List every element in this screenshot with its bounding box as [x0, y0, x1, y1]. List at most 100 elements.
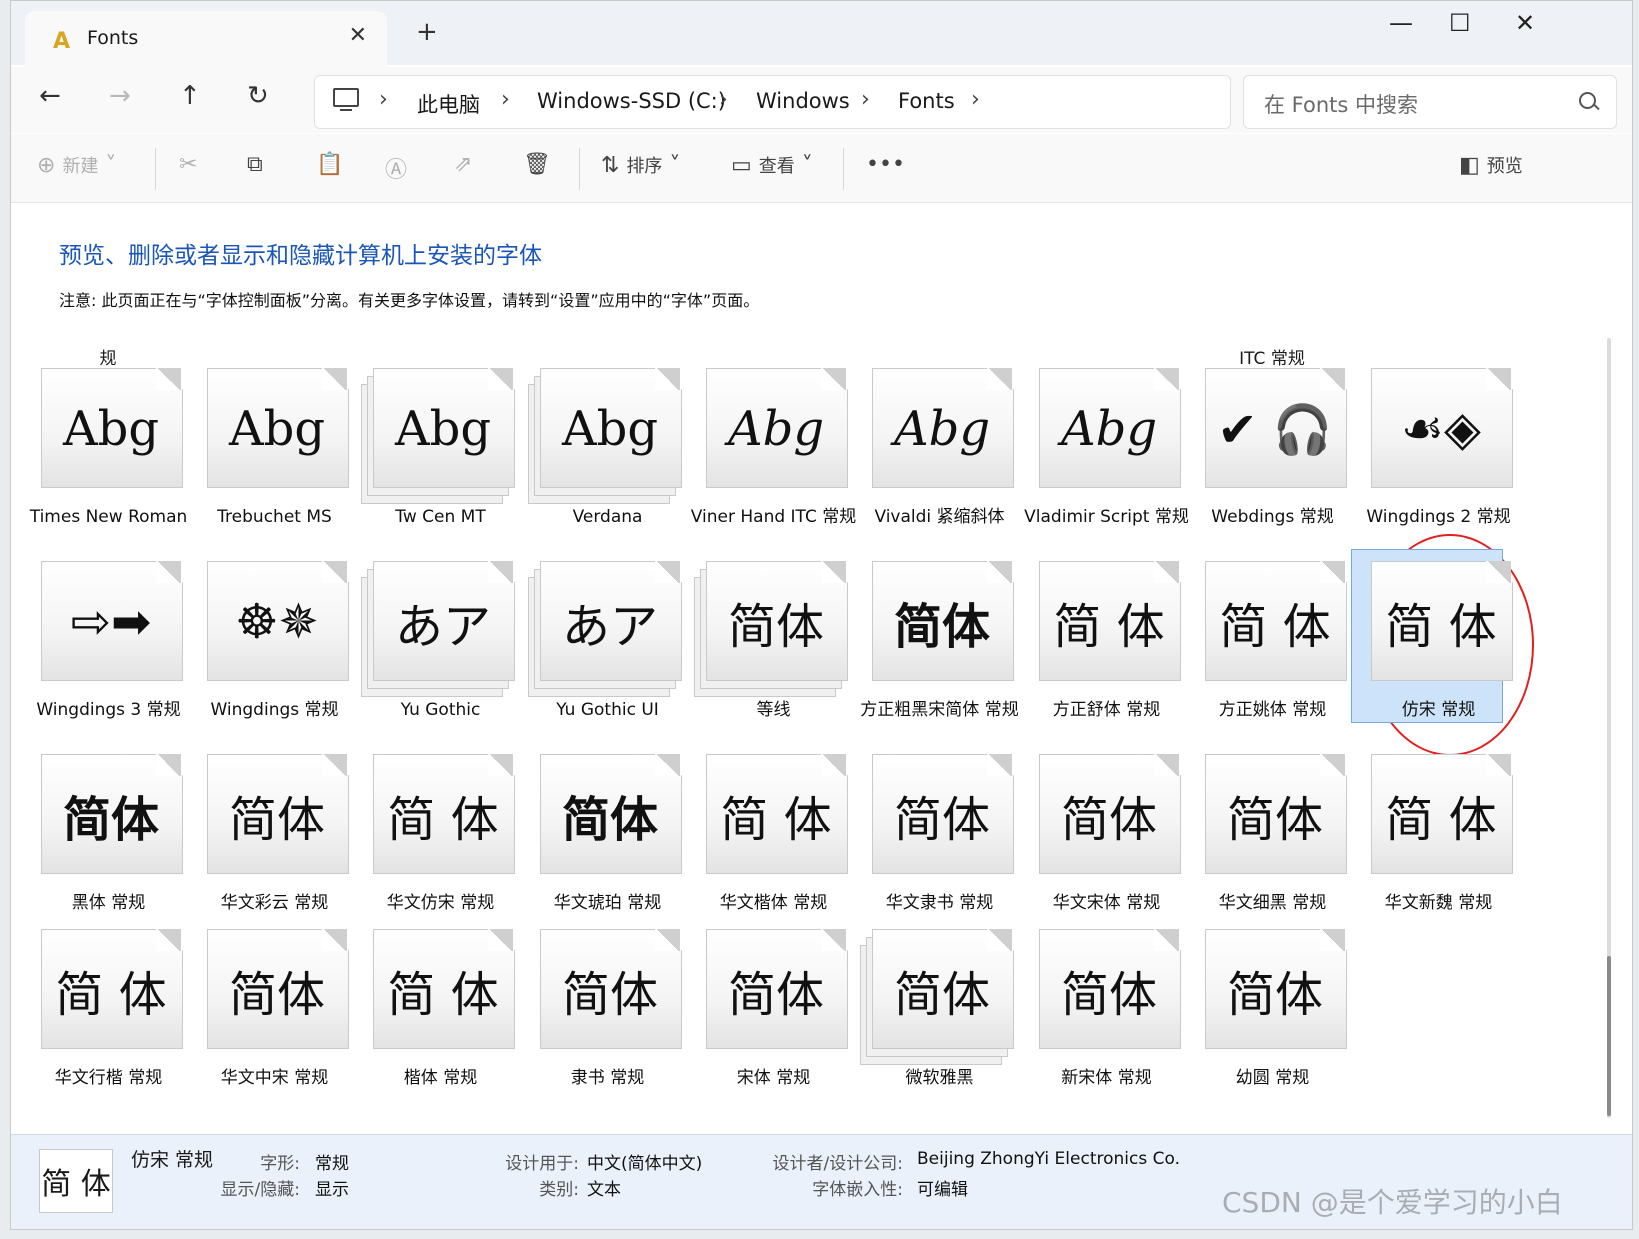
- font-tile[interactable]: 简体 华文宋体 常规: [1019, 754, 1181, 939]
- font-tile[interactable]: 简体 华文琥珀 常规: [520, 754, 682, 939]
- address-bar[interactable]: › 此电脑 › Windows-SSD (C:) › Windows › Fon…: [314, 75, 1231, 129]
- close-window-button[interactable]: ✕: [1515, 9, 1535, 37]
- font-name-label: 华文楷体 常规: [719, 893, 828, 913]
- font-tile[interactable]: あア Yu Gothic: [353, 561, 515, 746]
- font-tile[interactable]: 简 体楷体 常规: [353, 929, 515, 1114]
- font-name-label: 方正粗黑宋简体 常规: [860, 700, 1019, 720]
- font-tile[interactable]: 简体 华文中宋 常规: [187, 929, 349, 1114]
- refresh-button[interactable]: ↻: [247, 81, 269, 111]
- font-sample: 简体: [1226, 967, 1323, 1023]
- font-tile[interactable]: 简体 华文彩云 常规: [187, 754, 349, 939]
- font-sample: 简体: [1226, 792, 1323, 848]
- font-name-label: Tw Cen MT: [395, 507, 486, 527]
- copy-icon[interactable]: ⧉: [247, 152, 263, 177]
- font-sample: 简体: [893, 792, 990, 848]
- new-button[interactable]: ⊕ 新建 ˅: [37, 152, 116, 178]
- font-tile[interactable]: 简 体华文行楷 常规: [21, 929, 183, 1114]
- font-tile[interactable]: Abg Viner Hand ITC 常规: [686, 368, 856, 553]
- chevron-right-icon[interactable]: ›: [501, 87, 510, 112]
- font-name-label: 黑体 常规: [71, 893, 146, 913]
- breadcrumb-this-pc[interactable]: 此电脑: [417, 89, 480, 119]
- font-name-label: 新宋体 常规: [1061, 1068, 1152, 1088]
- font-sample: ✔ 🎧: [1217, 401, 1333, 458]
- font-name-label: 华文细黑 常规: [1218, 893, 1327, 913]
- font-tile[interactable]: 简 体华文楷体 常规: [686, 754, 848, 939]
- font-tile[interactable]: Abg Tw Cen MT: [353, 368, 515, 553]
- delete-icon[interactable]: 🗑: [523, 152, 551, 177]
- font-name-label: 华文宋体 常规: [1052, 893, 1161, 913]
- font-tile[interactable]: Abg Times New Roman: [21, 368, 187, 553]
- breadcrumb-drive-c[interactable]: Windows-SSD (C:): [537, 89, 726, 113]
- font-tile[interactable]: Abg Vivaldi 紧缩斜体: [852, 368, 1014, 553]
- font-name-label: Verdana: [572, 507, 643, 527]
- maximize-button[interactable]: ☐: [1449, 9, 1471, 37]
- title-bar: A Fonts ✕ + — ☐ ✕: [11, 1, 1632, 67]
- search-box[interactable]: 在 Fonts 中搜索: [1243, 75, 1617, 129]
- font-tile[interactable]: 简 体华文仿宋 常规: [353, 754, 515, 939]
- font-tile[interactable]: 简体 华文隶书 常规: [852, 754, 1014, 939]
- font-tile[interactable]: ✔ 🎧 Webdings 常规: [1185, 368, 1347, 553]
- preview-pane-button[interactable]: ◧ 预览: [1459, 152, 1523, 178]
- back-button[interactable]: ←: [39, 81, 61, 111]
- font-tile[interactable]: 简体 幼圆 常规: [1185, 929, 1347, 1114]
- navigation-bar: ← → ↑ ↻ › 此电脑 › Windows-SSD (C:) › Windo…: [11, 67, 1632, 133]
- font-name-label: 宋体 常规: [736, 1068, 811, 1088]
- font-sample: ⇨➡: [70, 594, 152, 650]
- chevron-right-icon[interactable]: ›: [971, 87, 980, 112]
- chevron-right-icon[interactable]: ›: [719, 87, 728, 112]
- font-tile[interactable]: Abg Verdana: [520, 368, 682, 553]
- embeddability-key: 字体嵌入性:: [812, 1180, 903, 1200]
- font-tile[interactable]: 简体 新宋体 常规: [1019, 929, 1181, 1114]
- up-button[interactable]: ↑: [179, 81, 201, 111]
- font-sample: Abg: [727, 401, 825, 457]
- font-sample: 简 体: [387, 967, 499, 1023]
- font-name-label: 方正姚体 常规: [1218, 700, 1327, 720]
- font-tile[interactable]: 简 体仿宋 常规: [1351, 549, 1513, 746]
- paste-icon[interactable]: 📋: [316, 152, 343, 177]
- chevron-right-icon[interactable]: ›: [861, 87, 870, 112]
- font-tile[interactable]: 简 体华文新魏 常规: [1351, 754, 1513, 939]
- breadcrumb-windows[interactable]: Windows: [756, 89, 850, 113]
- font-tile[interactable]: Abg Vladimir Script 常规: [1019, 368, 1189, 553]
- font-sample: 简体: [561, 792, 658, 848]
- font-tile[interactable]: 简体方正粗黑宋简体 常规: [852, 561, 1019, 746]
- font-tile[interactable]: ⇨➡ Wingdings 3 常规: [21, 561, 183, 746]
- font-tile[interactable]: 简体 宋体 常规: [686, 929, 848, 1114]
- font-tile[interactable]: 简体 等线: [686, 561, 848, 746]
- font-tile[interactable]: 简 体方正舒体 常规: [1019, 561, 1181, 746]
- font-name-label: Times New Roman: [29, 507, 188, 527]
- font-name-label: Trebuchet MS: [217, 507, 332, 527]
- font-tile[interactable]: 简体 黑体 常规: [21, 754, 183, 939]
- breadcrumb-fonts[interactable]: Fonts: [898, 89, 955, 113]
- font-tile[interactable]: Abg Trebuchet MS: [187, 368, 349, 553]
- font-sample: 简体: [893, 599, 990, 655]
- tab-fonts[interactable]: A Fonts ✕: [25, 11, 387, 67]
- view-button[interactable]: ▭ 查看 ˅: [731, 152, 813, 178]
- partial-caption: 规: [99, 349, 117, 369]
- minimize-button[interactable]: —: [1389, 9, 1413, 37]
- sort-button[interactable]: ⇅ 排序 ˅: [601, 152, 680, 178]
- scrollbar-thumb[interactable]: [1607, 956, 1611, 1116]
- font-sample: Abg: [561, 401, 659, 457]
- font-tile[interactable]: あア Yu Gothic UI: [520, 561, 682, 746]
- chevron-right-icon[interactable]: ›: [379, 87, 388, 112]
- font-tile[interactable]: 简体 隶书 常规: [520, 929, 682, 1114]
- designed-for-value: 中文(简体中文): [587, 1154, 703, 1174]
- font-tile[interactable]: 简 体方正姚体 常规: [1185, 561, 1347, 746]
- font-name-label: 华文新魏 常规: [1384, 893, 1493, 913]
- font-sample: 简 体: [55, 967, 167, 1023]
- font-sample: あア: [394, 599, 491, 655]
- rename-icon[interactable]: Ⓐ: [385, 152, 407, 184]
- share-icon[interactable]: ⇗: [454, 152, 472, 177]
- font-tile[interactable]: 简体 微软雅黑: [852, 929, 1014, 1114]
- new-tab-button[interactable]: +: [416, 17, 438, 47]
- font-tile[interactable]: ☸✵ Wingdings 常规: [187, 561, 349, 746]
- font-name-label: 微软雅黑: [905, 1068, 974, 1088]
- font-sample: Abg: [893, 401, 991, 457]
- forward-button[interactable]: →: [109, 81, 131, 111]
- cut-icon[interactable]: ✂: [179, 152, 197, 177]
- font-tile[interactable]: ☙◈ Wingdings 2 常规: [1351, 368, 1513, 553]
- more-options-button[interactable]: •••: [866, 152, 905, 177]
- font-tile[interactable]: 简体 华文细黑 常规: [1185, 754, 1347, 939]
- close-tab-icon[interactable]: ✕: [349, 23, 367, 48]
